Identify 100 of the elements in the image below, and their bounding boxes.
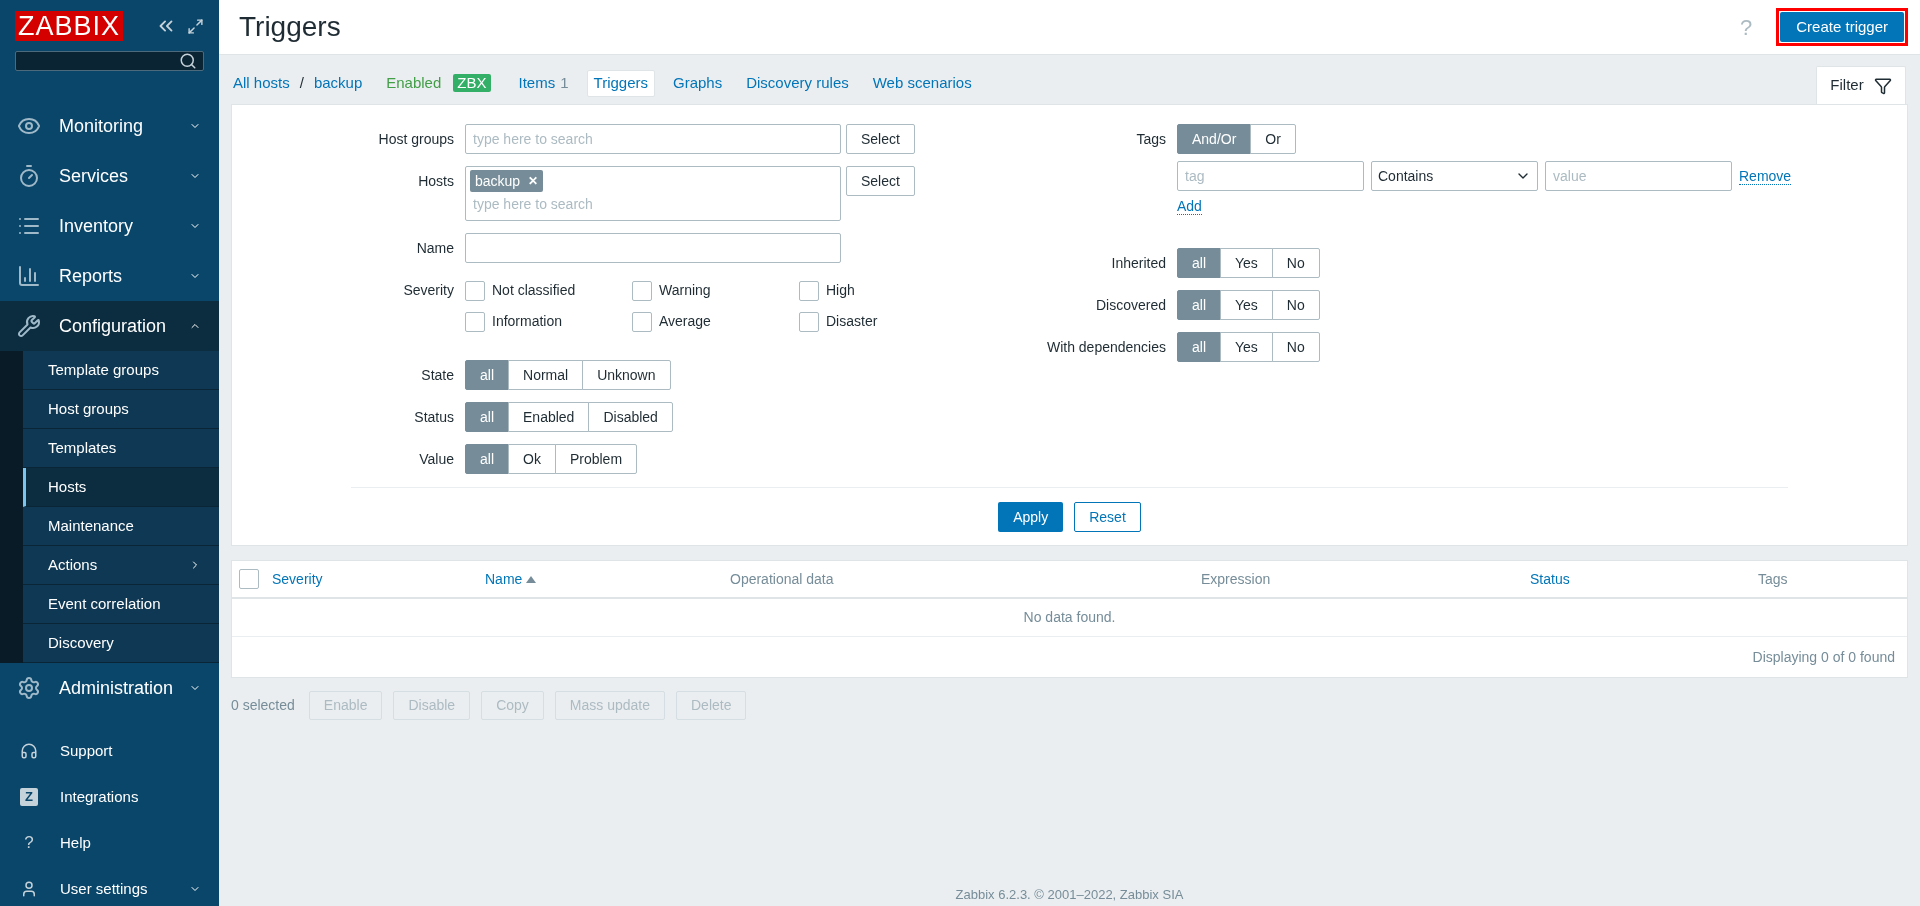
host-tab[interactable]: Graphs xyxy=(667,69,729,97)
select-button[interactable]: Select xyxy=(846,166,915,196)
field-label: Name xyxy=(415,239,454,258)
field-label: Value xyxy=(418,450,454,469)
segment-option[interactable]: Problem xyxy=(554,444,638,474)
user-icon xyxy=(20,880,38,898)
menu-item[interactable]: Reports xyxy=(0,251,219,301)
segment-option[interactable]: No xyxy=(1271,290,1320,320)
submenu-item[interactable]: Host groups xyxy=(23,390,219,429)
column-header[interactable]: Status xyxy=(1530,568,1570,590)
apply-button[interactable]: Apply xyxy=(998,502,1064,532)
logo[interactable]: ZABBIX xyxy=(15,11,124,41)
menu-icon xyxy=(17,314,41,338)
empty-message: No data found. xyxy=(1023,608,1116,627)
column-header: Tags xyxy=(1758,569,1788,589)
checkbox[interactable] xyxy=(465,311,485,332)
segment-option[interactable]: Enabled xyxy=(508,402,590,432)
host-tab[interactable]: Items 1 xyxy=(512,69,575,97)
checkbox[interactable] xyxy=(632,280,652,301)
create-trigger-button[interactable]: Create trigger xyxy=(1780,12,1904,42)
filter-tab[interactable]: Filter xyxy=(1816,66,1906,104)
menu-item[interactable]: ? Help xyxy=(0,820,219,866)
breadcrumb-separator: / xyxy=(299,72,304,93)
breadcrumb-link[interactable]: All hosts xyxy=(233,71,290,95)
menu-item[interactable]: Services xyxy=(0,151,219,201)
segment-option[interactable]: Or xyxy=(1250,124,1296,154)
menu-item[interactable]: Configuration xyxy=(0,301,219,351)
field-label: Host groups xyxy=(377,130,454,149)
tag-field[interactable]: tag xyxy=(1177,161,1364,191)
expand-icon[interactable] xyxy=(187,17,204,35)
segment-option[interactable]: Ok xyxy=(508,444,556,474)
host-tab[interactable]: Discovery rules xyxy=(740,69,855,97)
hosts-search-input[interactable]: type here to search xyxy=(470,192,836,216)
field-label: Tags xyxy=(1135,130,1166,149)
menu-item[interactable]: Support xyxy=(0,728,219,774)
host-tab[interactable]: Triggers xyxy=(586,69,655,97)
reset-button[interactable]: Reset xyxy=(1074,502,1141,532)
submenu-item[interactable]: Hosts xyxy=(23,468,219,507)
menu-item[interactable]: Administration xyxy=(0,663,219,713)
search-field[interactable] xyxy=(15,51,204,71)
column-header[interactable]: Name xyxy=(485,568,523,590)
submenu-item[interactable]: Actions xyxy=(23,546,219,585)
field-label: Severity xyxy=(402,281,454,300)
headset-icon xyxy=(20,742,38,760)
checkbox-label: Average xyxy=(659,312,711,331)
host-tab[interactable]: Web scenarios xyxy=(866,69,978,97)
checkbox-label: Disaster xyxy=(826,312,878,331)
segment-option[interactable]: Disabled xyxy=(588,402,673,432)
submenu-item[interactable]: Template groups xyxy=(23,351,219,390)
field-label: Status xyxy=(413,408,454,427)
chip-label: backup xyxy=(475,171,521,191)
menu-icon xyxy=(17,676,41,700)
menu-icon xyxy=(17,264,41,288)
submenu-item[interactable]: Discovery xyxy=(23,624,219,663)
segment-option[interactable]: Unknown xyxy=(582,360,671,390)
segment-option[interactable]: No xyxy=(1271,248,1320,278)
submenu-item[interactable]: Templates xyxy=(23,429,219,468)
operator-dropdown[interactable]: Contains xyxy=(1371,161,1538,191)
segment-option[interactable]: Yes xyxy=(1220,290,1273,320)
filter-icon xyxy=(1873,76,1892,95)
page-title: Triggers xyxy=(239,10,342,44)
menu-item[interactable]: Monitoring xyxy=(0,101,219,151)
checkbox-label: High xyxy=(826,281,855,300)
name-field[interactable] xyxy=(465,233,841,263)
select-button[interactable]: Select xyxy=(846,124,915,154)
add-link[interactable]: Add xyxy=(1177,198,1202,215)
results-summary: Displaying 0 of 0 found xyxy=(1752,647,1895,667)
column-header[interactable]: Severity xyxy=(272,568,323,590)
column-header: Operational data xyxy=(730,569,834,589)
breadcrumb-link[interactable]: backup xyxy=(313,71,363,95)
menu-item[interactable]: User settings xyxy=(0,866,219,906)
submenu-item[interactable]: Maintenance xyxy=(23,507,219,546)
checkbox[interactable] xyxy=(465,280,485,301)
checkbox[interactable] xyxy=(632,311,652,332)
menu-item[interactable]: Z Integrations xyxy=(0,774,219,820)
submenu-item[interactable]: Event correlation xyxy=(23,585,219,624)
value-field[interactable]: value xyxy=(1545,161,1732,191)
search-icon xyxy=(179,52,197,70)
field-label: Inherited xyxy=(1110,254,1166,273)
checkbox[interactable] xyxy=(799,280,819,301)
menu-item[interactable]: Inventory xyxy=(0,201,219,251)
column-header: Expression xyxy=(1201,569,1271,589)
selected-count: 0 selected xyxy=(231,696,295,715)
field-label: Discovered xyxy=(1094,296,1166,315)
agent-badge: ZBX xyxy=(453,74,491,92)
checkbox[interactable] xyxy=(799,311,819,332)
footer-text: Zabbix 6.2.3. © 2001–2022, Zabbix SIA xyxy=(955,885,1184,904)
field-label: Hosts xyxy=(417,172,454,191)
segment-option[interactable]: No xyxy=(1271,332,1320,362)
remove-link[interactable]: Remove xyxy=(1739,167,1792,185)
select-all-checkbox[interactable] xyxy=(239,569,259,589)
segment-option[interactable]: Normal xyxy=(508,360,584,390)
menu-icon xyxy=(17,164,41,188)
segment-option[interactable]: Yes xyxy=(1220,248,1273,278)
segment-option[interactable]: Yes xyxy=(1220,332,1273,362)
menu-icon: Z xyxy=(20,788,38,806)
host-groups-field[interactable]: type here to search xyxy=(465,124,841,154)
field-label: With dependencies xyxy=(1045,338,1166,357)
checkbox-label: Not classified xyxy=(492,281,576,300)
field-label: State xyxy=(420,366,454,385)
